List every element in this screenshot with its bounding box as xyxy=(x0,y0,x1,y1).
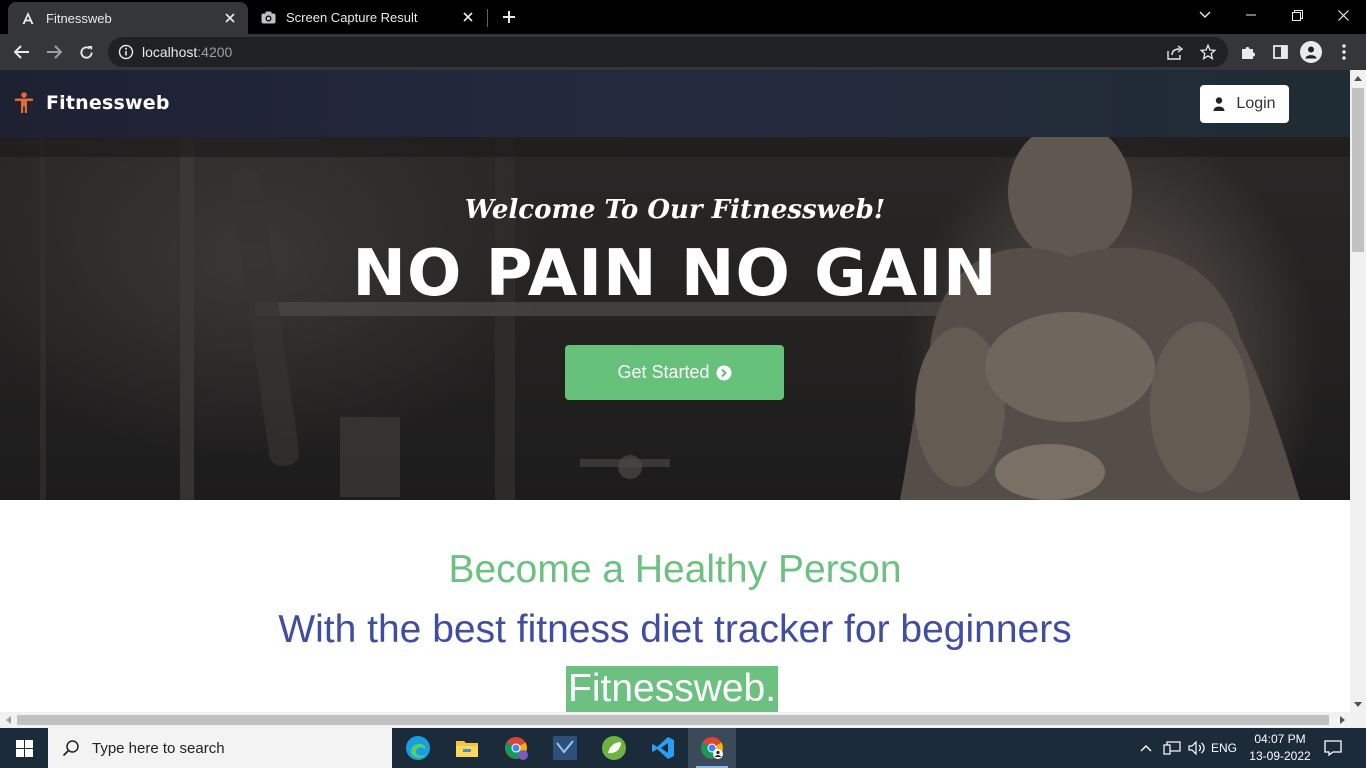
minimize-button[interactable] xyxy=(1228,0,1274,30)
bookmark-button[interactable] xyxy=(1195,39,1221,65)
vertical-scrollbar[interactable] xyxy=(1350,70,1366,712)
restore-icon xyxy=(1291,9,1303,21)
browser-toolbar: localhost:4200 xyxy=(0,34,1366,70)
arrow-circle-right-icon xyxy=(716,365,732,380)
extensions-button[interactable] xyxy=(1234,38,1262,66)
close-icon[interactable] xyxy=(458,7,478,27)
hero-subtitle: Welcome To Our Fitnessweb! xyxy=(464,195,886,225)
plus-icon xyxy=(503,11,515,23)
intro-heading: Become a Healthy Person xyxy=(448,548,902,591)
share-icon xyxy=(1167,44,1183,60)
back-button[interactable] xyxy=(8,38,36,66)
info-icon xyxy=(118,44,134,60)
forward-button[interactable] xyxy=(40,38,68,66)
profile-icon xyxy=(1305,46,1317,59)
login-button[interactable]: Login xyxy=(1200,85,1289,123)
address-bar[interactable]: localhost:4200 xyxy=(108,37,1228,67)
tab-title: Fitnessweb xyxy=(46,10,112,26)
tab-screen-capture[interactable]: Screen Capture Result xyxy=(248,0,486,34)
clock-time: 04:07 PM xyxy=(1254,732,1306,746)
hero-title: NO PAIN NO GAIN xyxy=(352,237,998,311)
menu-button[interactable] xyxy=(1330,38,1358,66)
get-started-button[interactable]: Get Started xyxy=(565,345,784,400)
scroll-up-arrow-icon[interactable] xyxy=(1350,70,1366,86)
hero-banner: Welcome To Our Fitnessweb! NO PAIN NO GA… xyxy=(0,137,1350,500)
gym-background-image xyxy=(0,137,1350,500)
close-window-button[interactable] xyxy=(1320,0,1366,30)
spring-icon[interactable] xyxy=(590,728,638,768)
camera-icon xyxy=(260,9,276,25)
brand-name: Fitnessweb xyxy=(46,92,170,114)
person-icon xyxy=(15,92,33,113)
search-placeholder: Type here to search xyxy=(92,739,225,757)
intro-brand-highlight: Fitnessweb. xyxy=(566,666,779,712)
start-button[interactable] xyxy=(0,728,48,768)
login-label: Login xyxy=(1236,95,1276,112)
url-text: localhost:4200 xyxy=(142,44,233,60)
kebab-menu-icon xyxy=(1342,44,1346,60)
vscode-icon[interactable] xyxy=(639,728,687,768)
forward-arrow-icon xyxy=(47,45,62,59)
visual-studio-icon[interactable] xyxy=(541,728,589,768)
scroll-left-arrow-icon[interactable] xyxy=(0,712,16,728)
clock-date: 13-09-2022 xyxy=(1249,749,1311,763)
close-icon xyxy=(1337,9,1349,21)
horizontal-scroll-thumb[interactable] xyxy=(17,715,1329,725)
search-icon xyxy=(62,740,79,757)
notification-icon xyxy=(1324,740,1342,756)
brand-link[interactable]: Fitnessweb xyxy=(14,92,170,114)
restore-button[interactable] xyxy=(1274,0,1320,30)
show-hidden-icons-button[interactable] xyxy=(1136,728,1156,768)
windows-logo-icon xyxy=(15,739,33,757)
tab-divider xyxy=(487,9,488,27)
reload-button[interactable] xyxy=(72,38,100,66)
taskbar-clock[interactable]: 04:07 PM 13-09-2022 xyxy=(1240,731,1320,765)
edge-icon[interactable] xyxy=(394,728,442,768)
chrome-icon[interactable] xyxy=(688,728,736,768)
minimize-icon xyxy=(1246,14,1256,16)
reload-icon xyxy=(79,45,93,59)
user-icon xyxy=(1213,97,1225,111)
taskbar-search-box[interactable]: Type here to search xyxy=(48,728,392,768)
chevron-up-icon xyxy=(1140,745,1152,752)
get-started-label: Get Started xyxy=(617,362,710,382)
file-explorer-icon[interactable] xyxy=(443,728,491,768)
tab-fitnessweb[interactable]: Fitnessweb xyxy=(8,2,248,34)
tab-title: Screen Capture Result xyxy=(286,9,418,25)
network-icon[interactable] xyxy=(1160,728,1184,768)
profile-avatar[interactable] xyxy=(1300,41,1322,63)
back-arrow-icon xyxy=(14,45,29,59)
page-viewport: Fitnessweb Login Welcome To Our Fitnessw… xyxy=(0,70,1350,712)
windows-taskbar: Type here to search ENG 04:07 PM 13-09-2… xyxy=(0,728,1366,768)
close-icon[interactable] xyxy=(220,8,240,28)
language-indicator[interactable]: ENG xyxy=(1210,728,1238,768)
scroll-right-arrow-icon[interactable] xyxy=(1334,712,1350,728)
chevron-down-icon xyxy=(1199,11,1211,18)
horizontal-scrollbar[interactable] xyxy=(0,712,1366,728)
chrome-profile-icon[interactable] xyxy=(492,728,540,768)
side-panel-icon xyxy=(1272,45,1288,59)
browser-tab-bar: Fitnessweb Screen Capture Result xyxy=(0,0,1366,34)
new-tab-button[interactable] xyxy=(498,6,520,28)
star-icon xyxy=(1200,44,1216,60)
share-button[interactable] xyxy=(1162,39,1188,65)
angular-icon xyxy=(20,10,36,26)
puzzle-icon xyxy=(1242,47,1255,59)
tab-search-button[interactable] xyxy=(1182,0,1228,30)
vertical-scroll-thumb[interactable] xyxy=(1352,88,1364,252)
scroll-down-arrow-icon[interactable] xyxy=(1350,696,1366,712)
volume-icon[interactable] xyxy=(1185,728,1209,768)
intro-subheading: With the best fitness diet tracker for b… xyxy=(278,608,1072,651)
side-panel-button[interactable] xyxy=(1266,38,1294,66)
notification-button[interactable] xyxy=(1318,728,1348,768)
intro-section: Become a Healthy Person With the best fi… xyxy=(0,500,1350,712)
site-navbar: Fitnessweb Login xyxy=(0,70,1350,137)
